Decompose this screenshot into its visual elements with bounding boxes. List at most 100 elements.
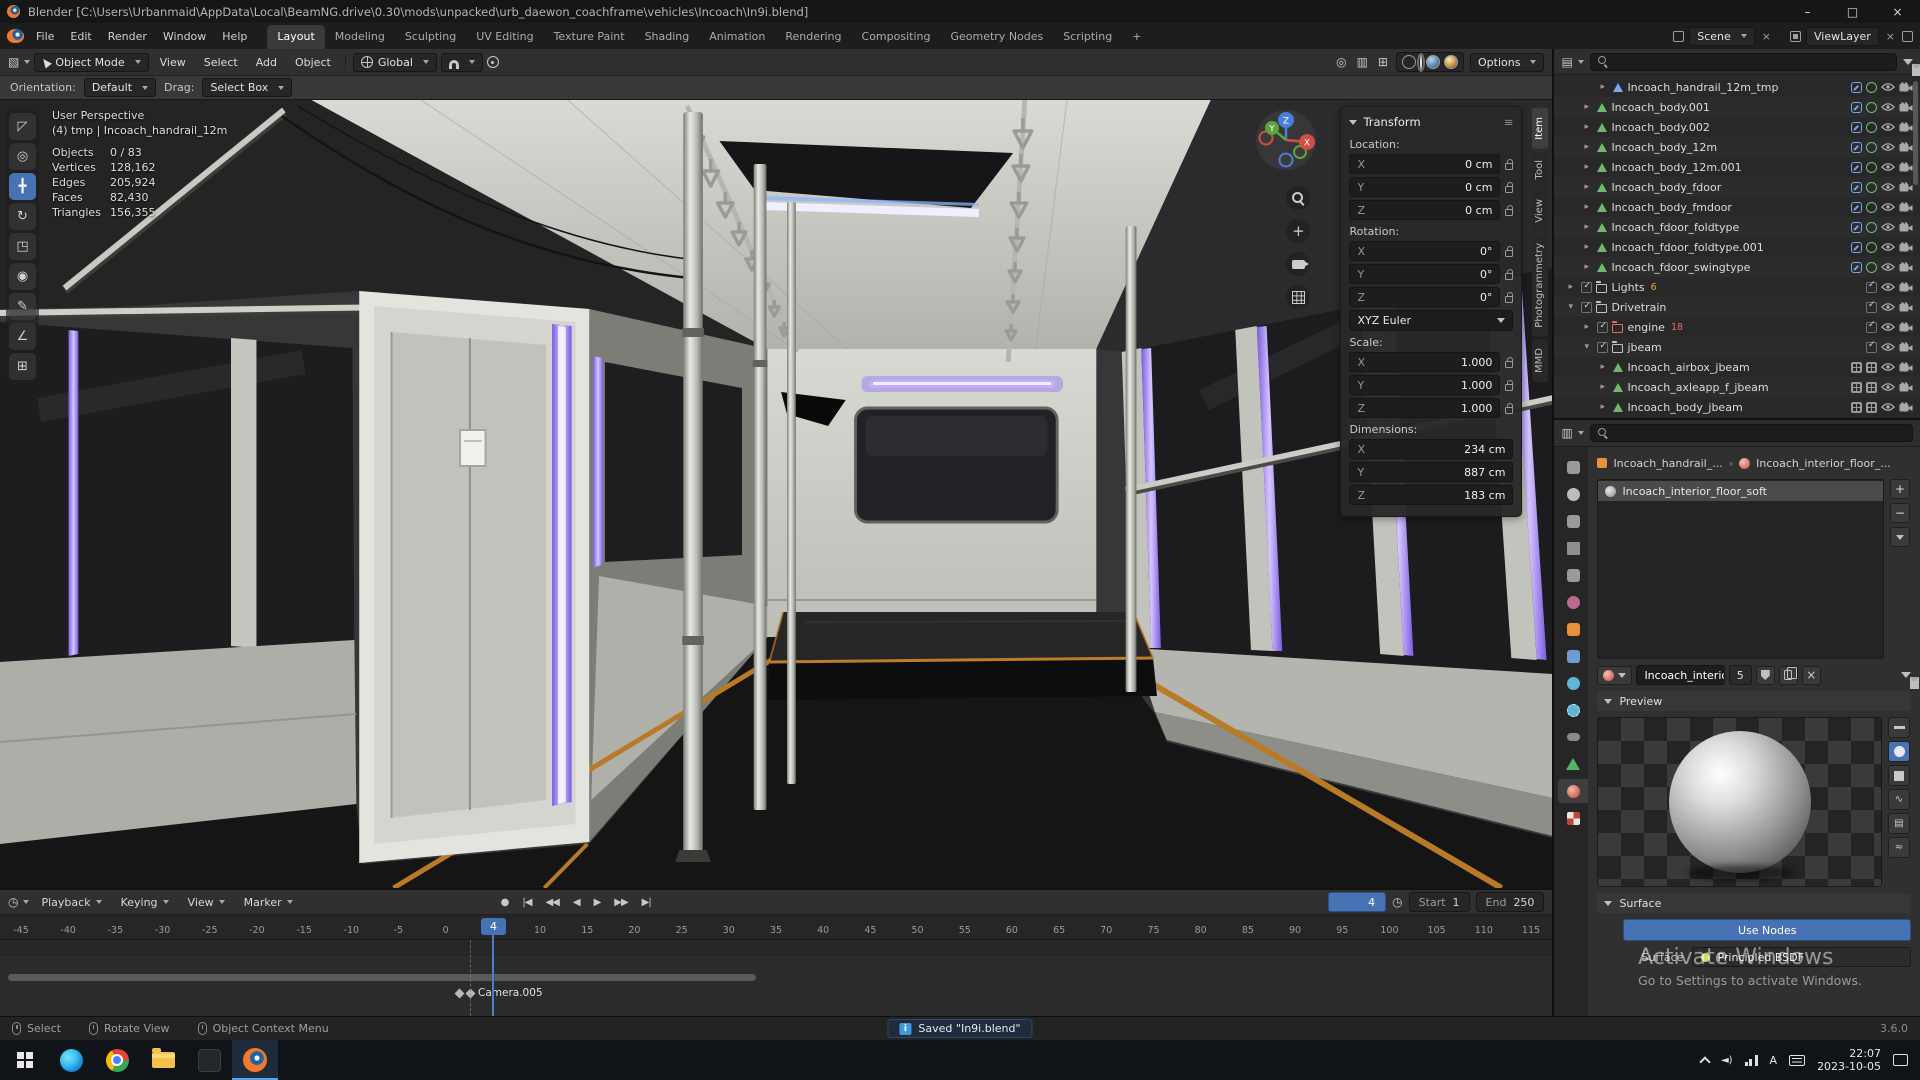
outliner-row[interactable]: Lights 6 [1554,277,1920,297]
use-nodes-button[interactable]: Use Nodes [1623,919,1911,941]
properties-search-input[interactable] [1590,424,1913,442]
unlink-material-button[interactable] [1802,666,1821,685]
location-field[interactable]: Z0 cm [1349,200,1500,220]
end-frame-field[interactable]: End250 [1476,892,1545,912]
transform-orientation-selector[interactable]: Global [353,53,437,72]
blender-taskbar-button[interactable] [232,1040,278,1080]
tab-world[interactable] [1558,590,1588,614]
orientation-dropdown[interactable]: Default [84,78,156,97]
expand-arrow-icon[interactable] [1600,82,1609,92]
data-icon[interactable] [1866,222,1877,233]
hide-in-viewport-icon[interactable] [1881,342,1895,352]
jump-end-button[interactable]: ▶| [636,896,657,909]
filter-icon[interactable] [1903,59,1913,65]
timeline-editor-type-button[interactable] [8,895,29,909]
hide-in-viewport-icon[interactable] [1881,282,1895,292]
hide-in-viewport-icon[interactable] [1881,162,1895,172]
mode-selector[interactable]: Object Mode [34,53,148,72]
topbar-menu[interactable]: Window [155,27,214,46]
hide-in-viewport-icon[interactable] [1881,322,1895,332]
lock-icon[interactable] [1505,250,1513,257]
scene-unlink-icon[interactable]: × [1760,30,1773,43]
hide-in-viewport-icon[interactable] [1881,102,1895,112]
rotation-field[interactable]: X0° [1349,241,1500,261]
viewport-menu[interactable]: Add [249,53,284,72]
preview-cube[interactable] [1888,765,1910,786]
lock-icon[interactable] [1505,296,1513,303]
data-icon[interactable] [1866,202,1877,213]
viewport-menu[interactable]: Object [288,53,338,72]
viewport-canvas[interactable] [0,100,1552,888]
surface-section-header[interactable]: Surface [1597,893,1911,913]
disable-in-render-icon[interactable] [1899,242,1913,252]
workspace-tab-shading[interactable]: Shading [635,25,700,49]
expand-arrow-icon[interactable] [1600,362,1609,372]
disable-in-render-icon[interactable] [1899,82,1913,92]
expand-arrow-icon[interactable] [1584,202,1593,212]
tab-constraints[interactable] [1558,725,1588,749]
shading-material-button[interactable] [1426,55,1440,69]
link-icon[interactable] [1851,142,1862,153]
expand-arrow-icon[interactable] [1584,262,1593,272]
screen-layout-icon[interactable] [1902,31,1913,42]
properties-editor-type-button[interactable] [1561,426,1583,440]
tool-rotate[interactable] [9,203,36,230]
browse-material-button[interactable] [1597,666,1632,685]
tool-add-cube[interactable] [9,353,36,380]
topbar-menu[interactable]: File [28,27,62,46]
preview-sphere[interactable] [1888,741,1910,762]
disable-in-render-icon[interactable] [1899,142,1913,152]
link-icon[interactable] [1851,182,1862,193]
hide-in-viewport-icon[interactable] [1881,402,1895,412]
dimension-field[interactable]: Z183 cm [1349,485,1513,505]
shading-solid-selected[interactable] [1420,56,1422,69]
disable-in-render-icon[interactable] [1899,122,1913,132]
data-icon[interactable] [1866,382,1877,393]
link-icon[interactable] [1866,322,1877,333]
collection-checkbox[interactable] [1597,322,1608,333]
taskbar-clock[interactable]: 22:07 2023-10-05 [1817,1047,1881,1074]
tool-select-box[interactable] [9,113,36,140]
disable-in-render-icon[interactable] [1899,162,1913,172]
hide-in-viewport-icon[interactable] [1881,82,1895,92]
panel-drag-handle[interactable] [1504,115,1514,129]
blender-logo-icon[interactable] [7,29,24,43]
disable-in-render-icon[interactable] [1899,302,1913,312]
expand-arrow-icon[interactable] [1584,162,1593,172]
snapping-selector[interactable] [441,53,483,72]
preview-hair[interactable] [1888,789,1910,810]
workspace-tab-sculpting[interactable]: Sculpting [395,25,466,49]
show-overlays-toggle[interactable]: ▥ [1355,54,1370,70]
outliner-row[interactable]: Incoach_airbox_jbeam [1554,357,1920,377]
disable-in-render-icon[interactable] [1899,342,1913,352]
workspace-tab-layout[interactable]: Layout [267,25,324,49]
hide-in-viewport-icon[interactable] [1881,222,1895,232]
lock-icon[interactable] [1505,361,1513,368]
navigation-gizmo[interactable]: Z X Y [1254,108,1318,175]
timeline-ruler[interactable]: -45-40-35-30-25-20-15-10-505101520253035… [0,915,1552,940]
tool-scale[interactable] [9,233,36,260]
hide-in-viewport-icon[interactable] [1881,122,1895,132]
disable-in-render-icon[interactable] [1899,282,1913,292]
link-icon[interactable] [1851,382,1862,393]
auto-key-button[interactable]: ● [495,896,515,909]
preview-section-header[interactable]: Preview [1597,691,1911,711]
workspace-tab-rendering[interactable]: Rendering [775,25,851,49]
tab-render[interactable] [1558,482,1588,506]
playhead-line[interactable] [492,935,494,1016]
disable-in-render-icon[interactable] [1899,182,1913,192]
breadcrumb-object[interactable]: Incoach_handrail_... [1613,457,1722,470]
data-icon[interactable] [1866,402,1877,413]
outliner-row[interactable]: Incoach_fdoor_swingtype [1554,257,1920,277]
breadcrumb-material[interactable]: Incoach_interior_floor_... [1756,457,1891,470]
scale-field[interactable]: X1.000 [1349,352,1500,372]
new-material-button[interactable] [1779,666,1798,685]
fake-user-button[interactable] [1756,666,1775,685]
expand-arrow-icon[interactable] [1584,102,1593,112]
viewport-menu[interactable]: View [153,53,193,72]
shading-wireframe-button[interactable] [1402,55,1416,69]
outliner-scrollbar[interactable] [1913,81,1918,185]
topbar-menu[interactable]: Help [214,27,255,46]
link-icon[interactable] [1851,122,1862,133]
tab-particles[interactable] [1558,671,1588,695]
